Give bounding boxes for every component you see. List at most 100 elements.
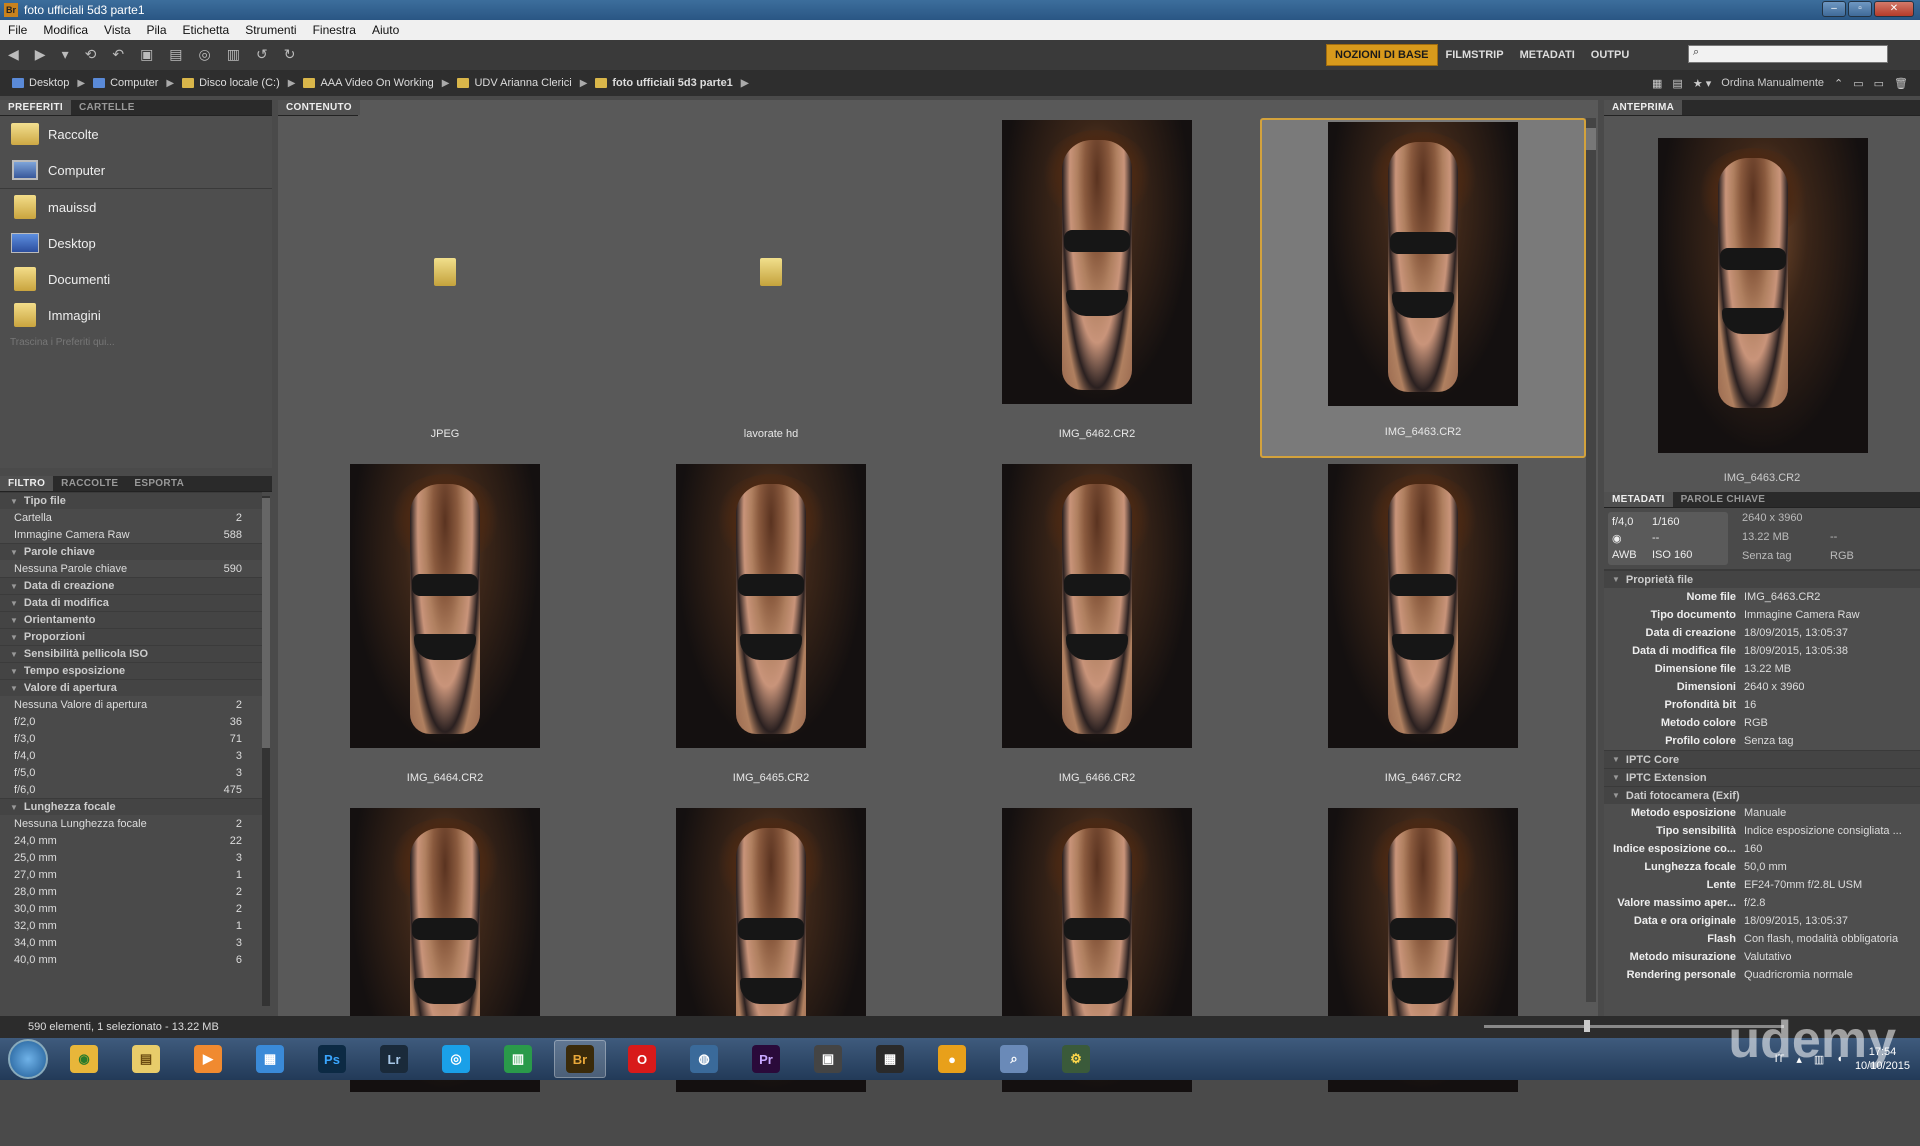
taskbar-app-search[interactable]: ⌕ [988, 1040, 1040, 1078]
metadata-section[interactable]: ▼ Proprietà file [1604, 570, 1920, 588]
menu-item-pila[interactable]: Pila [139, 23, 175, 37]
chevron-right-icon[interactable]: ▶ [77, 78, 85, 89]
filter-option[interactable]: 32,0 mm 1 [0, 917, 262, 934]
return-icon[interactable]: ↶ [104, 47, 132, 63]
taskbar-app-bridge[interactable]: Br [554, 1040, 606, 1078]
open-in-camera-raw-icon[interactable]: ◎ [191, 47, 219, 63]
disclosure-triangle-icon[interactable]: ▼ [10, 616, 18, 625]
taskbar-app-premiere[interactable]: Pr [740, 1040, 792, 1078]
filter-option[interactable]: f/3,0 71 [0, 730, 262, 747]
taskbar-app-apps[interactable]: ▦ [244, 1040, 296, 1078]
recent-folder-icon[interactable]: ⟲ [77, 47, 105, 63]
filter-option[interactable]: 34,0 mm 3 [0, 934, 262, 951]
filter-option[interactable]: Immagine Camera Raw 588 [0, 526, 262, 543]
filter-option[interactable]: 30,0 mm 2 [0, 900, 262, 917]
disclosure-triangle-icon[interactable]: ▼ [10, 667, 18, 676]
rotate-right-icon[interactable]: ↻ [276, 47, 304, 63]
back-arrow-icon[interactable]: ◀ [0, 47, 27, 63]
sidebar-item-documenti[interactable]: Documenti [0, 261, 272, 297]
disclosure-triangle-icon[interactable]: ▼ [1612, 773, 1620, 782]
sort-ascending-icon[interactable]: ⌃ [1834, 77, 1843, 90]
output-icon[interactable]: ▥ [219, 47, 248, 63]
filter-category[interactable]: ▼ Parole chiave [0, 543, 262, 560]
thumbnail-quality-icon[interactable]: ▦ [1652, 77, 1662, 90]
menu-item-vista[interactable]: Vista [96, 23, 138, 37]
star-filter-icon[interactable]: ★ ▾ [1693, 77, 1711, 90]
rotate-left-icon[interactable]: ↺ [248, 47, 276, 63]
taskbar-app-explorer[interactable]: ▤ [120, 1040, 172, 1078]
photo-thumbnail[interactable]: IMG_6462.CR2 [934, 118, 1260, 458]
camera-import-icon[interactable]: ▣ [132, 47, 161, 63]
photo-thumbnail[interactable]: IMG_6464.CR2 [282, 462, 608, 802]
open-recent-icon[interactable]: ▭ [1853, 77, 1863, 90]
sidebar-item-desktop[interactable]: Desktop [0, 225, 272, 261]
breadcrumb-item[interactable]: UDV Arianna Clerici ▶ [453, 77, 591, 89]
taskbar-app-skype[interactable]: ◎ [430, 1040, 482, 1078]
delete-icon[interactable]: 🗑 [1894, 77, 1908, 90]
filter-option[interactable]: Nessuna Lunghezza focale 2 [0, 815, 262, 832]
workspace-tab-nozioni-di-base[interactable]: NOZIONI DI BASE [1326, 44, 1438, 66]
filter-option[interactable]: 25,0 mm 3 [0, 849, 262, 866]
photo-thumbnail[interactable]: IMG_6466.CR2 [934, 462, 1260, 802]
tab-preview[interactable]: ANTEPRIMA [1604, 100, 1683, 115]
taskbar-app-chrome[interactable]: ◉ [58, 1040, 110, 1078]
menu-item-modifica[interactable]: Modifica [35, 23, 96, 37]
workspace-tab-filmstrip[interactable]: FILMSTRIP [1438, 45, 1512, 65]
close-button[interactable]: ✕ [1874, 1, 1914, 17]
new-folder-icon[interactable]: ▭ [1874, 77, 1884, 90]
breadcrumb-item[interactable]: Computer ▶ [89, 77, 178, 89]
chevron-right-icon[interactable]: ▶ [442, 78, 450, 89]
sidebar-item-immagini[interactable]: Immagini [0, 297, 272, 333]
disclosure-triangle-icon[interactable]: ▼ [1612, 791, 1620, 800]
tab-filtro[interactable]: FILTRO [0, 476, 54, 491]
taskbar-app-tools[interactable]: ⚙ [1050, 1040, 1102, 1078]
refine-icon[interactable]: ▤ [161, 47, 190, 63]
taskbar-app-spreadsheet[interactable]: ▥ [492, 1040, 544, 1078]
content-scrollbar[interactable] [1586, 118, 1596, 1002]
filter-category[interactable]: ▼ Data di creazione [0, 577, 262, 594]
disclosure-triangle-icon[interactable]: ▼ [1612, 575, 1620, 584]
menu-item-strumenti[interactable]: Strumenti [237, 23, 304, 37]
menu-item-aiuto[interactable]: Aiuto [364, 23, 407, 37]
photo-thumbnail[interactable] [282, 806, 608, 1146]
taskbar-app-lightroom[interactable]: Lr [368, 1040, 420, 1078]
filter-option[interactable]: 28,0 mm 2 [0, 883, 262, 900]
filter-option[interactable]: 40,0 mm 6 [0, 951, 262, 968]
breadcrumb-item[interactable]: Desktop ▶ [8, 77, 89, 89]
disclosure-triangle-icon[interactable]: ▼ [10, 582, 18, 591]
metadata-section[interactable]: ▼ IPTC Core [1604, 750, 1920, 768]
tab-preferiti[interactable]: PREFERITI [0, 100, 71, 115]
photo-thumbnail[interactable] [608, 806, 934, 1146]
chevron-right-icon[interactable]: ▶ [741, 78, 749, 89]
filter-option[interactable]: 24,0 mm 22 [0, 832, 262, 849]
filter-option[interactable]: Nessuna Valore di apertura 2 [0, 696, 262, 713]
photo-thumbnail[interactable]: IMG_6467.CR2 [1260, 462, 1586, 802]
view-mode-icon[interactable]: ▤ [1672, 77, 1682, 90]
disclosure-triangle-icon[interactable]: ▼ [10, 497, 18, 506]
disclosure-triangle-icon[interactable]: ▼ [10, 650, 18, 659]
menu-item-file[interactable]: File [0, 23, 35, 37]
taskbar-app-network[interactable]: ◍ [678, 1040, 730, 1078]
metadata-section[interactable]: ▼ Dati fotocamera (Exif) [1604, 786, 1920, 804]
photo-thumbnail[interactable] [934, 806, 1260, 1146]
taskbar-app-photoshop[interactable]: Ps [306, 1040, 358, 1078]
maximize-button[interactable]: ▫ [1848, 1, 1872, 17]
disclosure-triangle-icon[interactable]: ▼ [10, 803, 18, 812]
breadcrumb-item[interactable]: Disco locale (C:) ▶ [178, 77, 299, 89]
start-button[interactable] [8, 1039, 48, 1079]
tab-cartelle[interactable]: CARTELLE [71, 100, 143, 115]
tab-metadati[interactable]: METADATI [1604, 492, 1673, 507]
sidebar-item-raccolte[interactable]: Raccolte [0, 116, 272, 152]
tab-esporta[interactable]: ESPORTA [126, 476, 192, 491]
filter-category[interactable]: ▼ Lunghezza focale [0, 798, 262, 815]
chevron-right-icon[interactable]: ▶ [288, 78, 296, 89]
taskbar-app-opera[interactable]: O [616, 1040, 668, 1078]
photo-thumbnail[interactable]: IMG_6465.CR2 [608, 462, 934, 802]
sort-dropdown[interactable]: Ordina Manualmente [1721, 77, 1824, 89]
tab-parole-chiave[interactable]: PAROLE CHIAVE [1673, 492, 1774, 507]
sidebar-item-computer[interactable]: Computer [0, 152, 272, 188]
minimize-button[interactable]: ‒ [1822, 1, 1846, 17]
filter-option[interactable]: f/2,0 36 [0, 713, 262, 730]
filter-option[interactable]: Nessuna Parole chiave 590 [0, 560, 262, 577]
search-input[interactable]: ⌕ [1688, 45, 1888, 63]
